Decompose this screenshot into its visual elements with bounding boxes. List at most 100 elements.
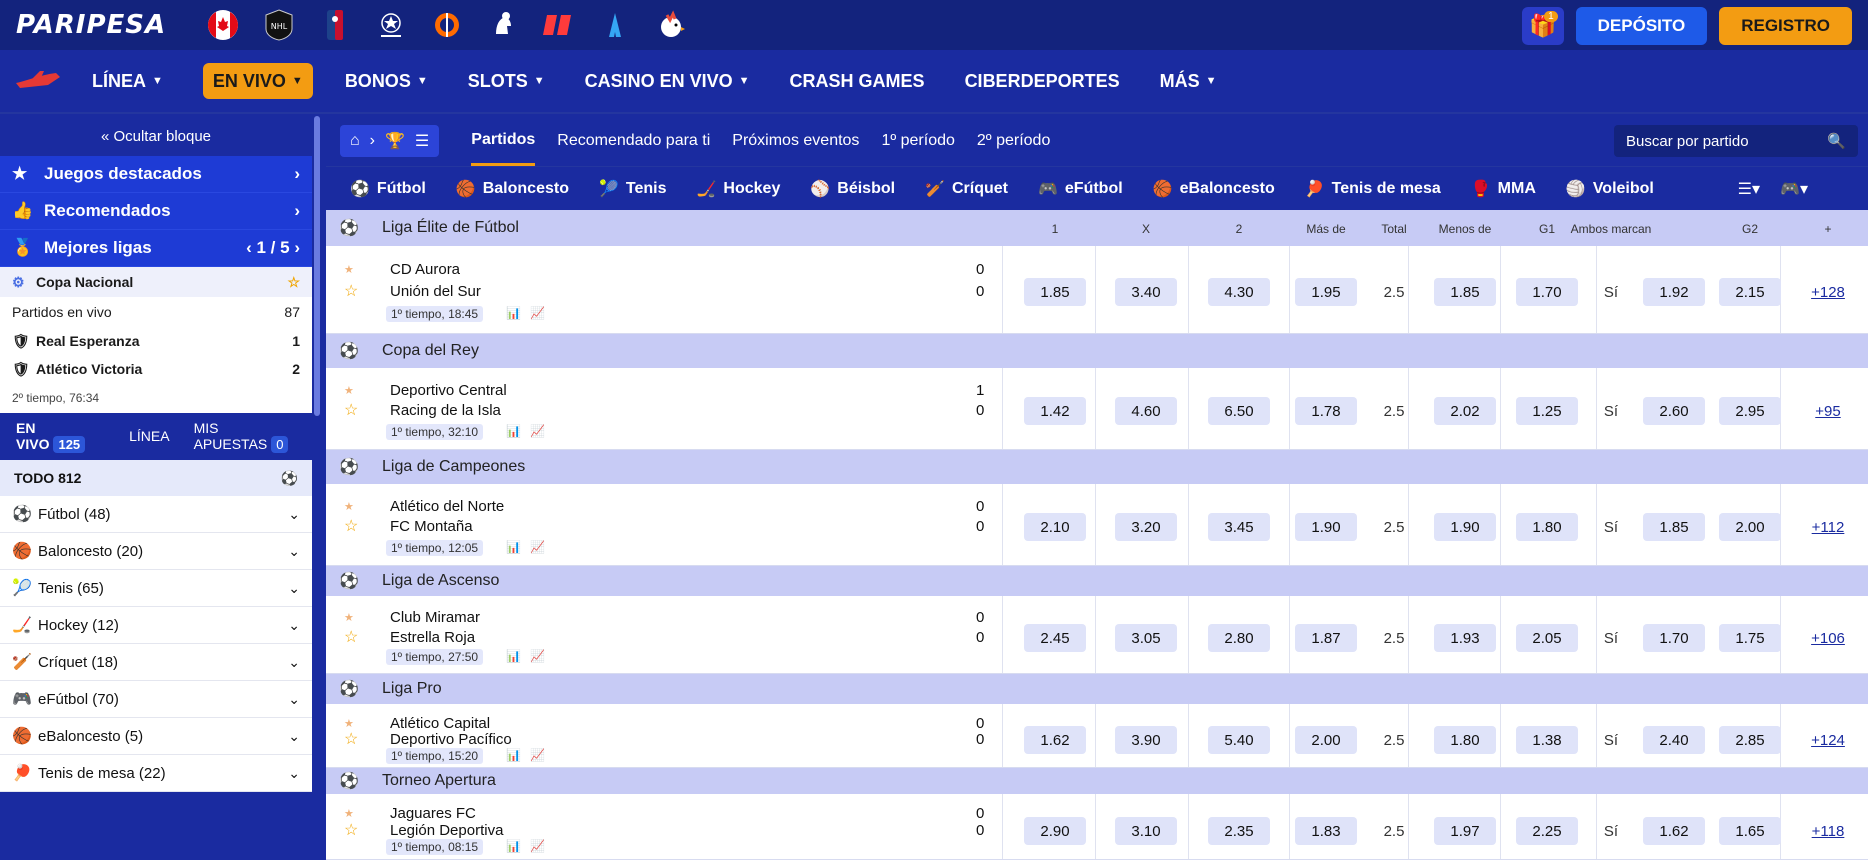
sport-item[interactable]: 🏀 eBaloncesto (5) ⌄ — [0, 718, 312, 755]
sport-item[interactable]: 🏀 Baloncesto (20) ⌄ — [0, 533, 312, 570]
more-markets-link[interactable]: +112 — [1812, 519, 1845, 536]
team-away[interactable]: FC Montaña — [390, 518, 473, 535]
more-markets-link[interactable]: +106 — [1811, 630, 1845, 647]
odds-button[interactable]: 4.60 — [1115, 397, 1177, 425]
chart-icon[interactable]: 📈 — [530, 540, 545, 554]
pin-icon[interactable]: ★ — [344, 500, 354, 513]
tab-0[interactable]: Partidos — [471, 116, 536, 166]
chart-icon[interactable]: 📈 — [530, 649, 545, 663]
stats-icon[interactable]: 📊 — [506, 649, 521, 663]
odds-button[interactable]: 1.42 — [1024, 397, 1086, 425]
nav-item-7[interactable]: MÁS ▼ — [1160, 63, 1217, 99]
tab-4[interactable]: 2º período — [977, 116, 1050, 166]
odds-button[interactable]: 1.80 — [1434, 726, 1496, 754]
team-home[interactable]: Atlético Capital — [390, 715, 490, 732]
odds-button[interactable]: 5.40 — [1208, 726, 1270, 754]
odds-button[interactable]: 1.78 — [1295, 397, 1357, 425]
champions-league-icon[interactable] — [374, 8, 408, 42]
league-header[interactable]: ⚽ Liga de Campeones — [326, 450, 1868, 484]
sport-filter-7[interactable]: 🏀 eBaloncesto — [1153, 179, 1275, 199]
sport-item[interactable]: ⚽ Fútbol (48) ⌄ — [0, 496, 312, 533]
league-header[interactable]: ⚽ Liga de Ascenso — [326, 566, 1868, 596]
odds-button[interactable]: 1.75 — [1719, 624, 1781, 652]
odds-button[interactable]: 1.90 — [1434, 513, 1496, 541]
league-header[interactable]: ⚽ Liga Pro — [326, 674, 1868, 704]
next-icon[interactable]: › — [294, 238, 300, 257]
sport-item[interactable]: 🏓 Tenis de mesa (22) ⌄ — [0, 755, 312, 792]
odds-button[interactable]: 1.85 — [1643, 513, 1705, 541]
team-away[interactable]: Deportivo Pacífico — [390, 731, 512, 748]
sport-filter-5[interactable]: 🏏 Críquet — [925, 179, 1008, 199]
sport-filter-9[interactable]: 🥊 MMA — [1471, 179, 1536, 199]
sport-filter-8[interactable]: 🏓 Tenis de mesa — [1305, 179, 1441, 199]
hide-block-link[interactable]: « Ocultar bloque — [0, 116, 312, 156]
match-team2[interactable]: 🛡 Atlético Victoria 2 — [0, 355, 312, 383]
odds-button[interactable]: 6.50 — [1208, 397, 1270, 425]
trophy-icon[interactable]: 🏆 — [385, 131, 405, 151]
nhl-icon[interactable]: NHL — [262, 8, 296, 42]
chart-icon[interactable]: 📈 — [530, 839, 545, 853]
prev-icon[interactable]: ‹ — [246, 238, 252, 257]
sidebar-scrollbar[interactable] — [314, 116, 320, 416]
odds-button[interactable]: 3.90 — [1115, 726, 1177, 754]
odds-button[interactable]: 4.30 — [1208, 278, 1270, 306]
odds-button[interactable]: 3.10 — [1115, 817, 1177, 845]
gift-button[interactable]: 🎁 1 — [1521, 7, 1564, 45]
search-input[interactable]: Buscar por partido 🔍 — [1614, 125, 1858, 157]
star-outline-icon[interactable]: ☆ — [344, 516, 358, 536]
premier-league-icon[interactable] — [486, 8, 520, 42]
odds-button[interactable]: 1.85 — [1024, 278, 1086, 306]
odds-button[interactable]: 1.95 — [1295, 278, 1357, 306]
odds-button[interactable]: 2.85 — [1719, 726, 1781, 754]
league-header[interactable]: ⚽ Liga Élite de Fútbol 1 X 2 Más de Total Menos… — [326, 210, 1868, 246]
star-outline-icon[interactable]: ☆ — [287, 274, 300, 291]
more-markets-link[interactable]: +95 — [1815, 403, 1840, 420]
odds-button[interactable]: 2.10 — [1024, 513, 1086, 541]
sport-filter-4[interactable]: ⚾ Béisbol — [810, 179, 895, 199]
pin-icon[interactable]: ★ — [344, 611, 354, 624]
odds-button[interactable]: 1.65 — [1719, 817, 1781, 845]
register-button[interactable]: REGISTRO — [1719, 7, 1852, 45]
star-outline-icon[interactable]: ☆ — [344, 820, 358, 840]
odds-button[interactable]: 2.40 — [1643, 726, 1705, 754]
brand-logo[interactable]: PARIPESA — [16, 10, 188, 40]
odds-button[interactable]: 2.15 — [1719, 278, 1781, 306]
odds-button[interactable]: 1.97 — [1434, 817, 1496, 845]
star-outline-icon[interactable]: ☆ — [344, 729, 358, 749]
odds-button[interactable]: 2.95 — [1719, 397, 1781, 425]
tab-1[interactable]: Recomendado para ti — [557, 116, 710, 166]
sport-item[interactable]: 🎾 Tenis (65) ⌄ — [0, 570, 312, 607]
recommended[interactable]: 👍 Recomendados › — [0, 193, 312, 230]
odds-button[interactable]: 1.62 — [1024, 726, 1086, 754]
nav-item-0[interactable]: LÍNEA ▼ — [92, 63, 163, 99]
league-header[interactable]: ⚽ Copa del Rey — [326, 334, 1868, 368]
odds-button[interactable]: 1.92 — [1643, 278, 1705, 306]
sport-filter-0[interactable]: ⚽ Fútbol — [350, 179, 426, 199]
more-markets-link[interactable]: +118 — [1812, 823, 1845, 840]
nav-item-6[interactable]: CIBERDEPORTES — [965, 63, 1120, 99]
sport-filter-10[interactable]: 🏐 Voleibol — [1566, 179, 1654, 199]
nav-item-1[interactable]: EN VIVO ▼ — [202, 63, 313, 99]
cup-row[interactable]: ⚙ Copa Nacional ☆ — [0, 267, 312, 297]
team-away[interactable]: Racing de la Isla — [390, 402, 501, 419]
stats-icon[interactable]: 📊 — [506, 424, 521, 438]
nav-item-5[interactable]: CRASH GAMES — [790, 63, 925, 99]
odds-button[interactable]: 1.83 — [1295, 817, 1357, 845]
sport-filter-1[interactable]: 🏀 Baloncesto — [456, 179, 569, 199]
sport-item[interactable]: 🏏 Críquet (18) ⌄ — [0, 644, 312, 681]
odds-button[interactable]: 3.05 — [1115, 624, 1177, 652]
chart-icon[interactable]: 📈 — [530, 306, 545, 320]
pin-icon[interactable]: ★ — [344, 807, 354, 820]
canada-flag-icon[interactable] — [206, 8, 240, 42]
nav-item-3[interactable]: SLOTS ▼ — [468, 63, 545, 99]
deposit-button[interactable]: DEPÓSITO — [1575, 7, 1708, 45]
odds-button[interactable]: 1.87 — [1295, 624, 1357, 652]
team-home[interactable]: Atlético del Norte — [390, 498, 504, 515]
odds-button[interactable]: 1.80 — [1516, 513, 1578, 541]
sport-filter-2[interactable]: 🎾 Tenis — [599, 179, 667, 199]
search-icon[interactable]: 🔍 — [1827, 132, 1846, 150]
pin-icon[interactable]: ★ — [344, 384, 354, 397]
star-outline-icon[interactable]: ☆ — [344, 627, 358, 647]
serie-a-icon[interactable] — [598, 8, 632, 42]
star-outline-icon[interactable]: ☆ — [344, 281, 358, 301]
